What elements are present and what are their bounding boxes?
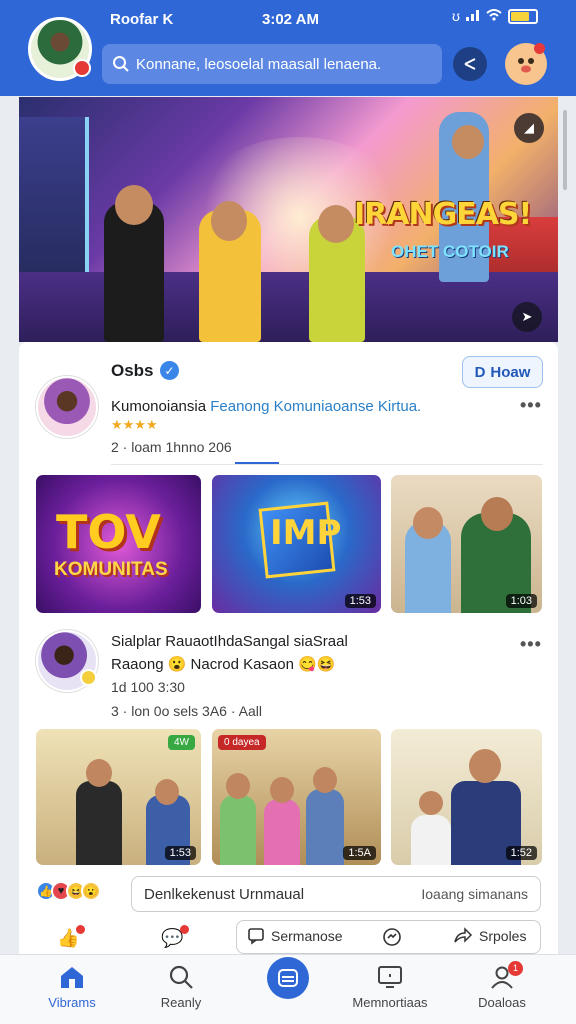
home-icon [61,967,83,988]
hero-subtitle: OHET COTOIR [391,242,509,261]
nav-watch-label: Memnortiaas [352,995,428,1010]
like-button[interactable]: 👍 [57,922,86,954]
more-options-icon[interactable]: ••• [520,395,542,416]
thumbnail-tag: 4W [168,735,195,750]
search-icon [169,965,193,989]
profile-avatar[interactable] [28,17,92,81]
post-thumbnail[interactable]: 1:52 [391,729,542,865]
video-duration: 1:53 [344,594,376,608]
nfc-icon: ʊ [452,8,460,24]
share-icon[interactable] [453,47,487,81]
post-meta: 2 · loam 1hnno 206 [111,439,232,455]
nav-home-label: Vibrams [48,995,96,1010]
hero-title: IRANGEAS! [354,197,532,232]
video-duration: 1:5A [343,846,376,860]
rating-stars: ★★★★ [111,417,158,432]
wow-reaction-icon: 😮 [81,881,101,901]
bottom-navigation: Vibrams Reanly Memnortiaas 1 Doaloas [0,954,576,1024]
nav-profile[interactable]: 1 Doaloas [452,961,552,1010]
scrollbar[interactable] [563,110,567,190]
follow-label: Hoaw [490,363,531,381]
post-thumbnail[interactable]: 4W 1:53 [36,729,201,865]
post-thumbnail[interactable]: IMP 1:53 [212,475,381,613]
comment-placeholder: Denlkekenust Urnmaual [144,885,305,903]
thumbnail-title: IMP [270,513,342,553]
chat-bubble-icon: 💬 [161,924,190,949]
search-input[interactable]: Konnane, leosoelal maasall lenaena. [102,44,442,84]
wifi-icon [486,8,502,24]
action-group: Sermanose Srpoles [236,920,541,954]
verified-icon: ✓ [160,361,179,380]
share-button[interactable]: Srpoles [453,927,526,945]
nav-search-label: Reanly [160,995,202,1010]
reply-button[interactable]: 💬 [161,922,190,954]
comment-hint: Ioaang simanans [421,886,528,902]
post-author-name: Kumonoiansia [111,398,207,415]
thumbnail-tag: 0 dayea [218,735,266,750]
comment-icon [248,928,264,945]
section-title: Osbs [111,361,154,380]
avatar-badge [80,669,97,686]
hero-play-icon[interactable]: ➤ [512,302,542,332]
reaction-summary[interactable]: 👍 ♥ 😆 😮 [36,881,101,901]
nav-home[interactable]: Vibrams [22,961,122,1010]
post-meta-secondary: 3 · lon 0o sels 3A6 · Aall [111,703,262,719]
share-arrow-icon [454,927,473,943]
post-author-group: Feanong Komuniaoanse Kirtua. [210,398,422,415]
mascot-avatar[interactable] [505,43,547,85]
post-avatar[interactable] [36,630,98,692]
signal-icon [465,8,480,24]
follow-button[interactable]: D Hoaw [462,356,543,388]
search-placeholder: Konnane, leosoelal maasall lenaena. [136,55,382,73]
more-options-icon[interactable]: ••• [520,634,542,655]
tv-icon [378,966,402,988]
search-icon [113,56,129,72]
messenger-icon [383,928,401,946]
comment-input[interactable]: Denlkekenust Urnmaual Ioaang simanans [131,876,541,912]
nav-search[interactable]: Reanly [131,961,231,1010]
video-duration: 1:03 [505,594,537,608]
post-subtitle: Raaong 😮 Nacrod Kasaon 😋😆 [111,656,336,673]
feed-card: Osbs ✓ D Hoaw Kumonoiansia Feanong Komun… [19,342,558,954]
nav-center-button[interactable] [267,957,309,999]
post-thumbnail[interactable]: TOV KOMUNITAS [36,475,201,613]
battery-icon [507,8,538,24]
hero-banner[interactable]: IRANGEAS! OHET COTOIR ◢ ➤ [19,97,558,342]
post-meta: 1d 100 3:30 [111,679,185,695]
comment-button[interactable]: Sermanose [247,927,343,945]
top-header: Roofar K 3:02 AM ʊ Konnane, leosoelal ma… [0,0,576,96]
comment-label: Sermanose [271,928,343,944]
video-duration: 1:52 [505,846,537,860]
post-thumbnail[interactable]: 1:03 [391,475,542,613]
follow-icon: D [474,363,486,381]
center-icon [278,969,298,987]
nav-profile-label: Doaloas [478,995,526,1010]
hero-action-icon[interactable]: ◢ [514,113,544,143]
active-indicator [235,462,279,464]
post-author-name[interactable]: Sialplar RauaotIhdaSangal siaSraal [111,633,348,650]
mascot-badge [534,43,545,54]
post-author[interactable]: Kumonoiansia Feanong Komuniaoanse Kirtua… [111,398,421,415]
video-duration: 1:53 [164,846,196,860]
post-thumbnail[interactable]: 0 dayea 1:5A [212,729,381,865]
messenger-button[interactable] [382,927,402,947]
status-icons: ʊ [452,8,538,24]
notification-badge [73,59,91,77]
share-label: Srpoles [479,928,527,944]
status-user-name: Roofar K [110,11,174,28]
nav-watch[interactable]: Memnortiaas [340,961,440,1010]
post-avatar[interactable] [36,376,98,438]
like-icon: 👍 [57,924,86,949]
notification-badge: 1 [508,961,523,976]
status-time: 3:02 AM [262,11,319,28]
thumbnail-subtitle: KOMUNITAS [54,559,168,580]
thumbnail-title: TOV [56,505,161,559]
